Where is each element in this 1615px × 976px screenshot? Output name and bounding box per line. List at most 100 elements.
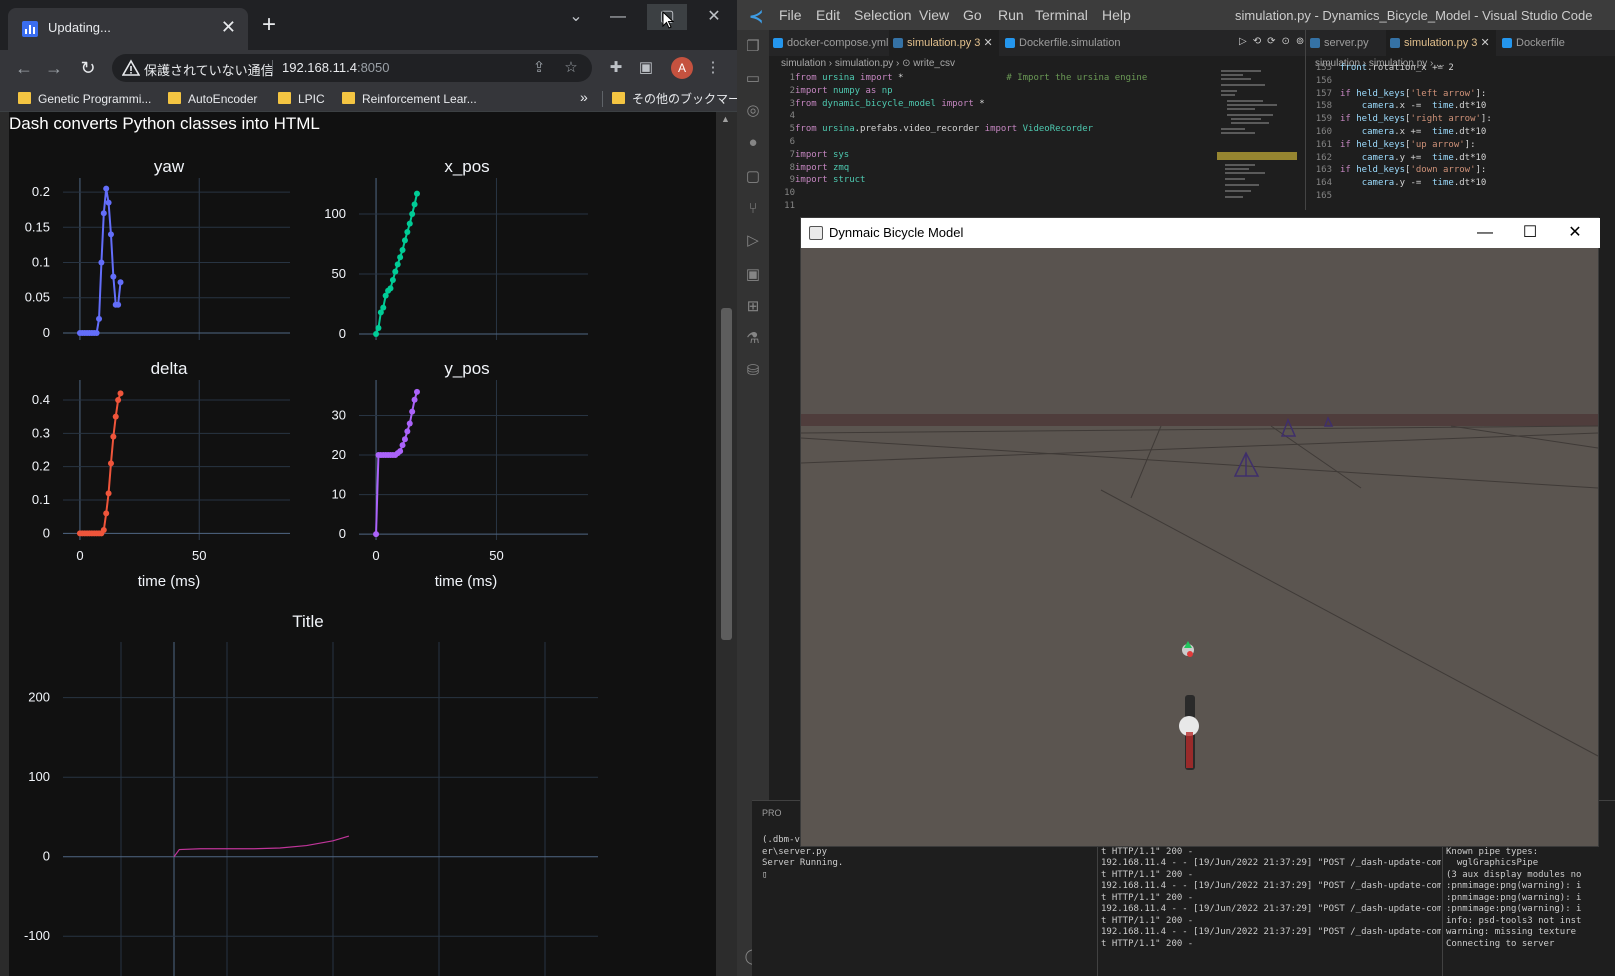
folder-icon[interactable]: ▢: [744, 168, 762, 186]
data-point[interactable]: [406, 220, 413, 227]
database-icon[interactable]: ⛁: [744, 362, 762, 380]
data-point[interactable]: [115, 397, 122, 403]
warning-icon[interactable]: [122, 59, 140, 77]
menu-selection[interactable]: Selection: [854, 7, 912, 23]
remote-explorer-icon[interactable]: ▣: [744, 266, 762, 284]
menu-go[interactable]: Go: [963, 7, 982, 23]
tab-close-icon[interactable]: ✕: [1480, 37, 1489, 49]
tab-dockerfile-simulation[interactable]: Dockerfile.simulation: [1001, 30, 1131, 56]
data-point[interactable]: [105, 490, 112, 497]
tab-close-icon[interactable]: ✕: [221, 17, 236, 37]
ursina-close-button[interactable]: ✕: [1553, 220, 1597, 246]
data-point[interactable]: [98, 259, 105, 266]
tab-docker-compose[interactable]: docker-compose.yml: [769, 30, 889, 56]
tab-search-dropdown-icon[interactable]: ⌄: [556, 4, 596, 30]
menu-help[interactable]: Help: [1102, 7, 1131, 23]
code-line[interactable]: front.rotation_x += 2: [1340, 62, 1454, 74]
extensions-puzzle-icon[interactable]: ✚: [606, 58, 626, 78]
code-line[interactable]: import sys: [795, 149, 849, 161]
page-scrollbar[interactable]: ▲: [716, 112, 737, 976]
data-point[interactable]: [96, 315, 103, 322]
terminal-icon[interactable]: ▭: [744, 70, 762, 88]
data-point[interactable]: [413, 388, 420, 395]
forward-arrow-icon[interactable]: →: [42, 57, 66, 79]
data-point[interactable]: [373, 331, 380, 337]
bookmark-reinforcement-learning[interactable]: Reinforcement Lear...: [342, 90, 477, 108]
code-line[interactable]: if held_keys['up arrow']:: [1340, 139, 1476, 151]
data-point[interactable]: [107, 460, 114, 467]
data-point[interactable]: [404, 428, 411, 435]
data-point[interactable]: [117, 279, 124, 286]
git-graph-icon[interactable]: ◎: [744, 102, 762, 120]
data-point[interactable]: [404, 229, 411, 235]
code-line[interactable]: if held_keys['left arrow']:: [1340, 88, 1486, 100]
left-breadcrumb[interactable]: simulation › simulation.py › ⊙ write_csv: [781, 56, 955, 72]
data-point[interactable]: [411, 201, 418, 208]
ursina-minimize-button[interactable]: —: [1463, 220, 1507, 246]
close-window-button[interactable]: ✕: [694, 4, 734, 30]
data-point[interactable]: [397, 448, 404, 455]
data-point[interactable]: [399, 442, 406, 449]
3d-scene-viewport[interactable]: [801, 248, 1598, 846]
tab-server-py[interactable]: server.py: [1306, 30, 1384, 56]
code-line[interactable]: if held_keys['right arrow']:: [1340, 113, 1492, 125]
bookmark-autoencoder[interactable]: AutoEncoder: [168, 90, 257, 108]
data-point[interactable]: [406, 420, 413, 427]
profile-avatar[interactable]: A: [671, 57, 693, 79]
new-tab-button[interactable]: +: [262, 12, 276, 38]
reload-icon[interactable]: ↻: [76, 57, 100, 79]
data-point[interactable]: [409, 211, 416, 217]
ursina-title-bar[interactable]: Dynmaic Bicycle Model — ☐ ✕: [801, 218, 1600, 248]
not-secure-label[interactable]: 保護されていない通信: [144, 60, 274, 79]
minimap[interactable]: [1217, 66, 1297, 210]
side-panel-icon[interactable]: ▣: [636, 58, 656, 78]
data-point[interactable]: [399, 247, 406, 253]
data-point[interactable]: [115, 301, 122, 308]
more-menu-icon[interactable]: ⋮: [703, 58, 723, 78]
data-point[interactable]: [373, 531, 380, 538]
data-point[interactable]: [100, 527, 107, 533]
share-icon[interactable]: ⇪: [530, 59, 548, 77]
data-point[interactable]: [411, 396, 418, 403]
data-point[interactable]: [394, 261, 401, 268]
code-line[interactable]: from ursina.prefabs.video_recorder impor…: [795, 123, 1093, 135]
data-point[interactable]: [397, 254, 404, 261]
code-line[interactable]: camera.x += time.dt*10: [1340, 126, 1487, 138]
bookmark-star-icon[interactable]: ☆: [562, 59, 580, 77]
tab-simulation-py[interactable]: simulation.py 3 ✕: [889, 30, 999, 56]
data-point[interactable]: [103, 510, 110, 517]
data-point[interactable]: [375, 325, 382, 331]
data-point[interactable]: [93, 329, 100, 336]
extensions-icon[interactable]: ⊞: [744, 298, 762, 316]
code-line[interactable]: import struct: [795, 174, 865, 186]
data-point[interactable]: [107, 231, 114, 238]
menu-view[interactable]: View: [919, 7, 949, 23]
back-arrow-icon[interactable]: ←: [12, 57, 36, 79]
ursina-maximize-button[interactable]: ☐: [1508, 220, 1552, 246]
data-point[interactable]: [100, 210, 107, 217]
code-line[interactable]: camera.y -= time.dt*10: [1340, 177, 1487, 189]
other-bookmarks[interactable]: その他のブックマーク: [612, 90, 752, 108]
data-point[interactable]: [103, 185, 110, 192]
testing-flask-icon[interactable]: ⚗: [744, 330, 762, 348]
tab-dockerfile[interactable]: Dockerfile: [1498, 30, 1598, 56]
data-point[interactable]: [389, 277, 396, 283]
panel-tab-problems[interactable]: PRO: [762, 808, 782, 818]
scroll-thumb[interactable]: [721, 308, 732, 640]
data-point[interactable]: [409, 408, 416, 415]
menu-terminal[interactable]: Terminal: [1035, 7, 1088, 23]
code-line[interactable]: import zmq: [795, 162, 849, 174]
github-icon[interactable]: ●: [744, 134, 762, 152]
code-line[interactable]: camera.x -= time.dt*10: [1340, 100, 1487, 112]
data-point[interactable]: [401, 436, 408, 443]
url-text[interactable]: 192.168.11.4:8050: [282, 60, 390, 75]
menu-edit[interactable]: Edit: [816, 7, 840, 23]
run-debug-icon[interactable]: ▷: [744, 232, 762, 250]
browser-tab-active[interactable]: Updating... ✕: [8, 8, 248, 50]
data-point[interactable]: [401, 237, 408, 244]
code-line[interactable]: from dynamic_bicycle_model import *: [795, 98, 985, 110]
terminal-pane-2[interactable]: 192.168.11.4 - - [19/Jun/2022 21:37:29] …: [1101, 835, 1441, 975]
data-point[interactable]: [110, 273, 117, 280]
left-code-editor[interactable]: 1 from ursina import * # Import the ursin…: [769, 72, 1209, 212]
terminal-pane-1[interactable]: (.dbm-venv) PS D:\Python\git\Dynamics_Bi…: [762, 835, 1092, 975]
